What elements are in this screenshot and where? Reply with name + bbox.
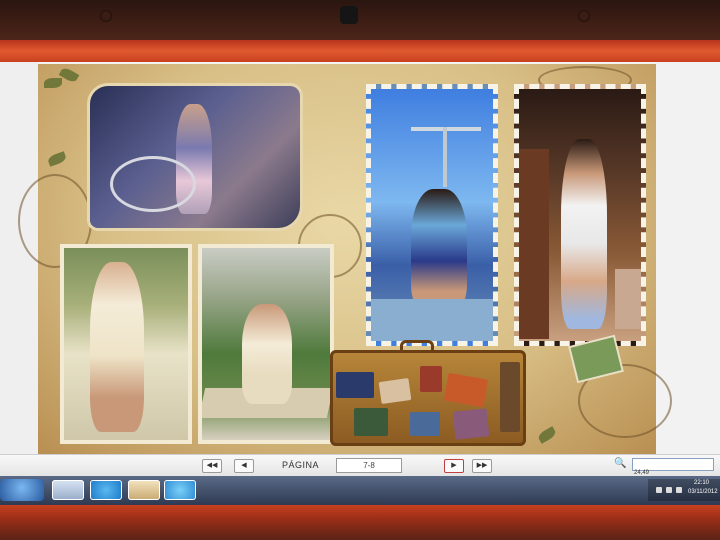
bezel-screw: [100, 10, 112, 22]
travel-sticker: [420, 366, 442, 392]
leaf-ornament: [44, 78, 62, 88]
chair: [615, 269, 641, 329]
photo-girl-in-garden[interactable]: [64, 248, 188, 440]
ground: [371, 299, 493, 341]
travel-sticker: [378, 378, 412, 404]
taskbar: 22:10 03/11/2012: [0, 476, 720, 505]
bezel-screw: [578, 10, 590, 22]
taskbar-media-player-icon[interactable]: [52, 480, 84, 500]
photo-girl-with-bicycle[interactable]: [90, 86, 300, 228]
zoom-icon[interactable]: 🔍: [614, 458, 626, 469]
suitcase-decoration: [330, 340, 526, 446]
girl-figure: [242, 304, 292, 404]
taskbar-internet-explorer-icon[interactable]: [164, 480, 196, 500]
last-page-button[interactable]: ▶▶: [472, 459, 492, 473]
travel-sticker: [354, 408, 388, 436]
laptop-bezel-bottom: [0, 505, 720, 540]
photo-girl-doing-high-kick[interactable]: [366, 84, 498, 346]
clock-time[interactable]: 22:10: [694, 480, 709, 486]
tray-volume-icon[interactable]: [666, 487, 672, 493]
screen: ◀◀ ◀ PÁGINA 7-8 ▶ ▶▶ 🔍 24,49 22:10 03/11…: [0, 62, 720, 505]
taskbar-skype-icon[interactable]: [90, 480, 122, 500]
page-number-field[interactable]: 7-8: [336, 458, 402, 473]
girl-figure: [90, 262, 144, 432]
next-page-button[interactable]: ▶: [444, 459, 464, 473]
suitcase-handle: [400, 340, 434, 353]
girl-figure: [561, 139, 607, 329]
travel-sticker: [443, 372, 489, 408]
tray-network-icon[interactable]: [656, 487, 662, 493]
suitcase-strap: [500, 362, 520, 432]
clock-date[interactable]: 03/11/2012: [688, 489, 718, 495]
lamp-post: [443, 127, 447, 187]
leaf-ornament: [46, 151, 68, 167]
previous-page-button[interactable]: ◀: [234, 459, 254, 473]
photo-girl-pointing-up[interactable]: [514, 84, 646, 346]
viewer-toolbar: ◀◀ ◀ PÁGINA 7-8 ▶ ▶▶ 🔍 24,49: [0, 454, 720, 477]
tray-battery-icon[interactable]: [676, 487, 682, 493]
page-label: PÁGINA: [282, 460, 320, 470]
travel-sticker: [336, 372, 374, 398]
laptop-lid-edge: [0, 40, 720, 62]
photo-girl-on-picnic-blanket[interactable]: [202, 248, 330, 440]
webcam: [340, 6, 358, 24]
cabinet: [519, 149, 549, 339]
start-button[interactable]: [0, 479, 44, 501]
first-page-button[interactable]: ◀◀: [202, 459, 222, 473]
laptop-bezel-top: [0, 0, 720, 62]
travel-sticker: [410, 412, 440, 436]
photo-album-page: [18, 64, 672, 454]
leaf-ornament: [536, 426, 558, 444]
girl-figure: [411, 189, 467, 309]
travel-sticker: [452, 408, 490, 440]
bicycle-wheel: [110, 156, 196, 212]
taskbar-image-viewer-icon[interactable]: [128, 480, 160, 500]
